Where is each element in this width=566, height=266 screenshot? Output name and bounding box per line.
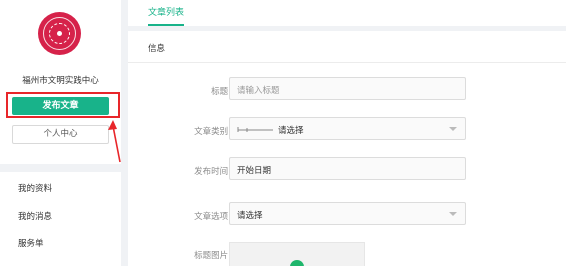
publish-time-label: 发布时间: bbox=[194, 167, 231, 177]
category-select[interactable]: 请选择 bbox=[229, 117, 466, 140]
publish-date-placeholder: 开始日期 bbox=[237, 166, 272, 176]
tab-bar: 文章列表 bbox=[128, 0, 566, 26]
personal-center-button[interactable]: 个人中心 bbox=[12, 125, 109, 144]
article-form: 信息 标题: 请输入标题 文章类别: 请选择 发布时间: 开始日期 文章选项: … bbox=[128, 31, 566, 266]
chevron-down-icon bbox=[449, 212, 457, 216]
sidebar-item-my-profile[interactable]: 我的资料 bbox=[18, 182, 52, 194]
chevron-down-icon bbox=[449, 127, 457, 131]
sidebar-item-service-orders[interactable]: 服务单 bbox=[18, 237, 44, 249]
category-label: 文章类别: bbox=[194, 127, 231, 137]
category-tree-icon bbox=[237, 127, 273, 132]
tab-article-list[interactable]: 文章列表 bbox=[148, 5, 184, 18]
title-input[interactable]: 请输入标题 bbox=[229, 77, 466, 100]
sidebar: 福州市文明实践中心 发布文章 个人中心 我的资料 我的消息 服务单 bbox=[0, 0, 121, 266]
annotation-arrow-icon bbox=[108, 120, 121, 163]
publish-date-input[interactable]: 开始日期 bbox=[229, 157, 466, 180]
category-value: 请选择 bbox=[278, 126, 304, 136]
sidebar-item-my-messages[interactable]: 我的消息 bbox=[18, 210, 52, 222]
section-title: 信息 bbox=[148, 44, 166, 54]
title-placeholder: 请输入标题 bbox=[237, 86, 280, 96]
divider bbox=[128, 62, 566, 63]
article-options-label: 文章选项: bbox=[194, 212, 231, 222]
article-options-value: 请选择 bbox=[237, 211, 263, 221]
title-image-upload[interactable] bbox=[229, 242, 365, 266]
sidebar-menu: 我的资料 我的消息 服务单 bbox=[0, 172, 121, 266]
profile-card: 福州市文明实践中心 发布文章 个人中心 bbox=[0, 0, 121, 164]
tab-active-indicator bbox=[148, 24, 184, 26]
publish-article-button[interactable]: 发布文章 bbox=[12, 97, 109, 115]
title-image-label: 标题图片: bbox=[194, 251, 231, 261]
upload-icon bbox=[290, 260, 304, 266]
org-name: 福州市文明实践中心 bbox=[22, 76, 99, 86]
org-logo-icon bbox=[38, 12, 81, 55]
article-options-select[interactable]: 请选择 bbox=[229, 202, 466, 225]
page: 福州市文明实践中心 发布文章 个人中心 我的资料 我的消息 服务单 文章列表 信… bbox=[0, 0, 566, 266]
